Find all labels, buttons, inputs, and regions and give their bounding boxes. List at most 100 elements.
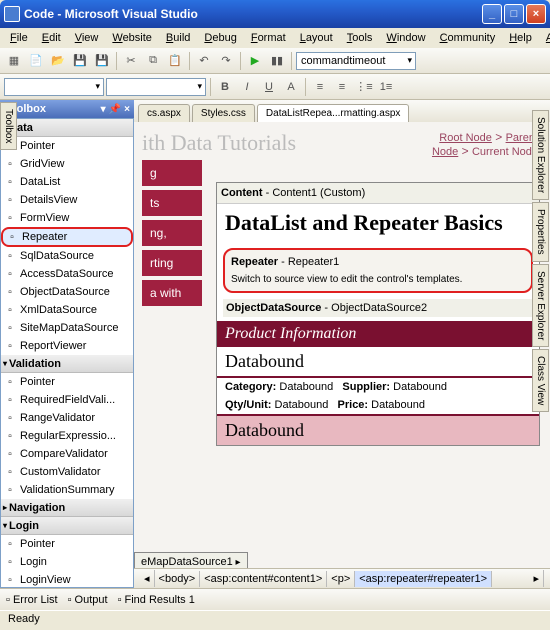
toolbox-item-formview[interactable]: ▫FormView <box>1 209 133 227</box>
toolbox-group-navigation[interactable]: ▸Navigation <box>1 499 133 517</box>
menu-tools[interactable]: Tools <box>341 30 379 46</box>
toolbox-item-sqldatasource[interactable]: ▫SqlDataSource <box>1 247 133 265</box>
add-item-icon[interactable]: 📄 <box>26 51 46 71</box>
toolbox-item-requiredfieldvali[interactable]: ▫RequiredFieldVali... <box>1 391 133 409</box>
menu-format[interactable]: Format <box>245 30 292 46</box>
design-surface[interactable]: ith Data Tutorials Root Node > Parent No… <box>134 122 550 568</box>
fontcolor-icon[interactable]: A <box>281 77 301 97</box>
toolbox-item-datalist[interactable]: ▫DataList <box>1 173 133 191</box>
cut-icon[interactable]: ✂ <box>121 51 141 71</box>
section-link[interactable]: ng, <box>142 220 202 246</box>
italic-icon[interactable]: I <box>237 77 257 97</box>
tag-path[interactable]: <p> <box>327 571 355 587</box>
toolbox-item-customvalidator[interactable]: ▫CustomValidator <box>1 463 133 481</box>
new-project-icon[interactable]: ▦ <box>4 51 24 71</box>
side-tab-server-explorer[interactable]: Server Explorer <box>532 264 549 347</box>
toolbox-item-sitemapdatasource[interactable]: ▫SiteMapDataSource <box>1 319 133 337</box>
toolbox-item-pointer[interactable]: ▫Pointer <box>1 137 133 155</box>
minimize-button[interactable]: _ <box>482 4 502 24</box>
toolbox-item-regularexpressio[interactable]: ▫RegularExpressio... <box>1 427 133 445</box>
pause-icon[interactable]: ▮▮ <box>267 51 287 71</box>
menu-debug[interactable]: Debug <box>198 30 242 46</box>
side-tab-class-view[interactable]: Class View <box>532 349 549 412</box>
toolbox-item-pointer[interactable]: ▫Pointer <box>1 535 133 553</box>
breadcrumb-root[interactable]: Root Node <box>439 132 492 144</box>
open-icon[interactable]: 📂 <box>48 51 68 71</box>
style-combo[interactable] <box>4 78 104 96</box>
toolbox-item-xmldatasource[interactable]: ▫XmlDataSource <box>1 301 133 319</box>
toolbox-item-pointer[interactable]: ▫Pointer <box>1 373 133 391</box>
align-center-icon[interactable]: ≡ <box>332 77 352 97</box>
menu-community[interactable]: Community <box>434 30 502 46</box>
toolbox-header[interactable]: Toolbox ▾ 📌 × <box>0 100 134 118</box>
tag-nav-fwd[interactable]: ▸ <box>529 570 544 587</box>
content-panel[interactable]: Content - Content1 (Custom) DataList and… <box>216 182 540 446</box>
menu-website[interactable]: Website <box>106 30 158 46</box>
dropdown-icon[interactable]: ▾ <box>101 104 106 115</box>
section-link[interactable]: rting <box>142 250 202 276</box>
toolbox-item-rangevalidator[interactable]: ▫RangeValidator <box>1 409 133 427</box>
tag-path[interactable]: <asp:content#content1> <box>200 571 327 587</box>
bullets-icon[interactable]: ⋮≡ <box>354 77 374 97</box>
toolbox-item-comparevalidator[interactable]: ▫CompareValidator <box>1 445 133 463</box>
toolbox-item-reportviewer[interactable]: ▫ReportViewer <box>1 337 133 355</box>
menu-file[interactable]: File <box>4 30 34 46</box>
toolbox-item-gridview[interactable]: ▫GridView <box>1 155 133 173</box>
tag-path[interactable]: <body> <box>155 571 201 587</box>
menu-layout[interactable]: Layout <box>294 30 339 46</box>
redo-icon[interactable]: ↷ <box>216 51 236 71</box>
menu-view[interactable]: View <box>69 30 105 46</box>
bottom-tab-find-results-1[interactable]: ▫ Find Results 1 <box>118 594 195 606</box>
numbers-icon[interactable]: 1≡ <box>376 77 396 97</box>
save-all-icon[interactable]: 💾 <box>92 51 112 71</box>
section-link[interactable]: g <box>142 160 202 186</box>
toolbox-group-login[interactable]: ▾Login <box>1 517 133 535</box>
section-link[interactable]: a with <box>142 280 202 306</box>
close-panel-icon[interactable]: × <box>124 104 130 115</box>
find-combo[interactable]: commandtimeout <box>296 52 416 70</box>
section-link[interactable]: ts <box>142 190 202 216</box>
sitemap-source-tag[interactable]: eMapDataSource1 ▸ <box>134 552 248 568</box>
underline-icon[interactable]: U <box>259 77 279 97</box>
toolbox-item-accessdatasource[interactable]: ▫AccessDataSource <box>1 265 133 283</box>
repeater-control[interactable]: Repeater - Repeater1 Switch to source vi… <box>223 248 533 293</box>
close-button[interactable]: × <box>526 4 546 24</box>
toolbox-item-validationsummary[interactable]: ▫ValidationSummary <box>1 481 133 499</box>
toolbox-item-login[interactable]: ▫Login <box>1 553 133 571</box>
toolbox-item-detailsview[interactable]: ▫DetailsView <box>1 191 133 209</box>
start-icon[interactable]: ▶ <box>245 51 265 71</box>
control-icon: ▫ <box>3 375 17 389</box>
side-tab-solution-explorer[interactable]: Solution Explorer <box>532 110 549 200</box>
objectdatasource-tag[interactable]: ObjectDataSource - ObjectDataSource2 <box>223 299 533 317</box>
menu-edit[interactable]: Edit <box>36 30 67 46</box>
toolbox-group-validation[interactable]: ▾Validation <box>1 355 133 373</box>
toolbox-group-data[interactable]: ▾Data <box>1 119 133 137</box>
toolbox-item-loginview[interactable]: ▫LoginView <box>1 571 133 588</box>
doc-tab[interactable]: cs.aspx <box>138 104 190 122</box>
toolbox-panel: Toolbox ▾ 📌 × ▾Data▫Pointer▫GridView▫Dat… <box>0 100 134 588</box>
tag-path[interactable]: <asp:repeater#repeater1> <box>355 571 492 587</box>
menu-help[interactable]: Help <box>503 30 538 46</box>
side-tab-toolbox[interactable]: Toolbox <box>0 102 17 150</box>
toolbox-item-repeater[interactable]: ▫Repeater <box>1 227 133 247</box>
toolbox-item-objectdatasource[interactable]: ▫ObjectDataSource <box>1 283 133 301</box>
doc-tab[interactable]: DataListRepea...rmatting.aspx <box>257 104 410 122</box>
paste-icon[interactable]: 📋 <box>165 51 185 71</box>
menu-addins[interactable]: Addins <box>540 30 550 46</box>
bottom-tab-error-list[interactable]: ▫ Error List <box>6 594 58 606</box>
menu-build[interactable]: Build <box>160 30 196 46</box>
tag-nav-back[interactable]: ◂ <box>140 570 155 587</box>
maximize-button[interactable]: □ <box>504 4 524 24</box>
side-tab-properties[interactable]: Properties <box>532 202 549 262</box>
bottom-tab-output[interactable]: ▫ Output <box>68 594 108 606</box>
copy-icon[interactable]: ⧉ <box>143 51 163 71</box>
font-combo[interactable] <box>106 78 206 96</box>
menu-window[interactable]: Window <box>380 30 431 46</box>
undo-icon[interactable]: ↶ <box>194 51 214 71</box>
save-icon[interactable]: 💾 <box>70 51 90 71</box>
tag-navigator: ◂<body><asp:content#content1><p><asp:rep… <box>134 568 550 588</box>
bold-icon[interactable]: B <box>215 77 235 97</box>
align-left-icon[interactable]: ≡ <box>310 77 330 97</box>
pin-icon[interactable]: 📌 <box>109 104 121 115</box>
doc-tab[interactable]: Styles.css <box>192 104 255 122</box>
